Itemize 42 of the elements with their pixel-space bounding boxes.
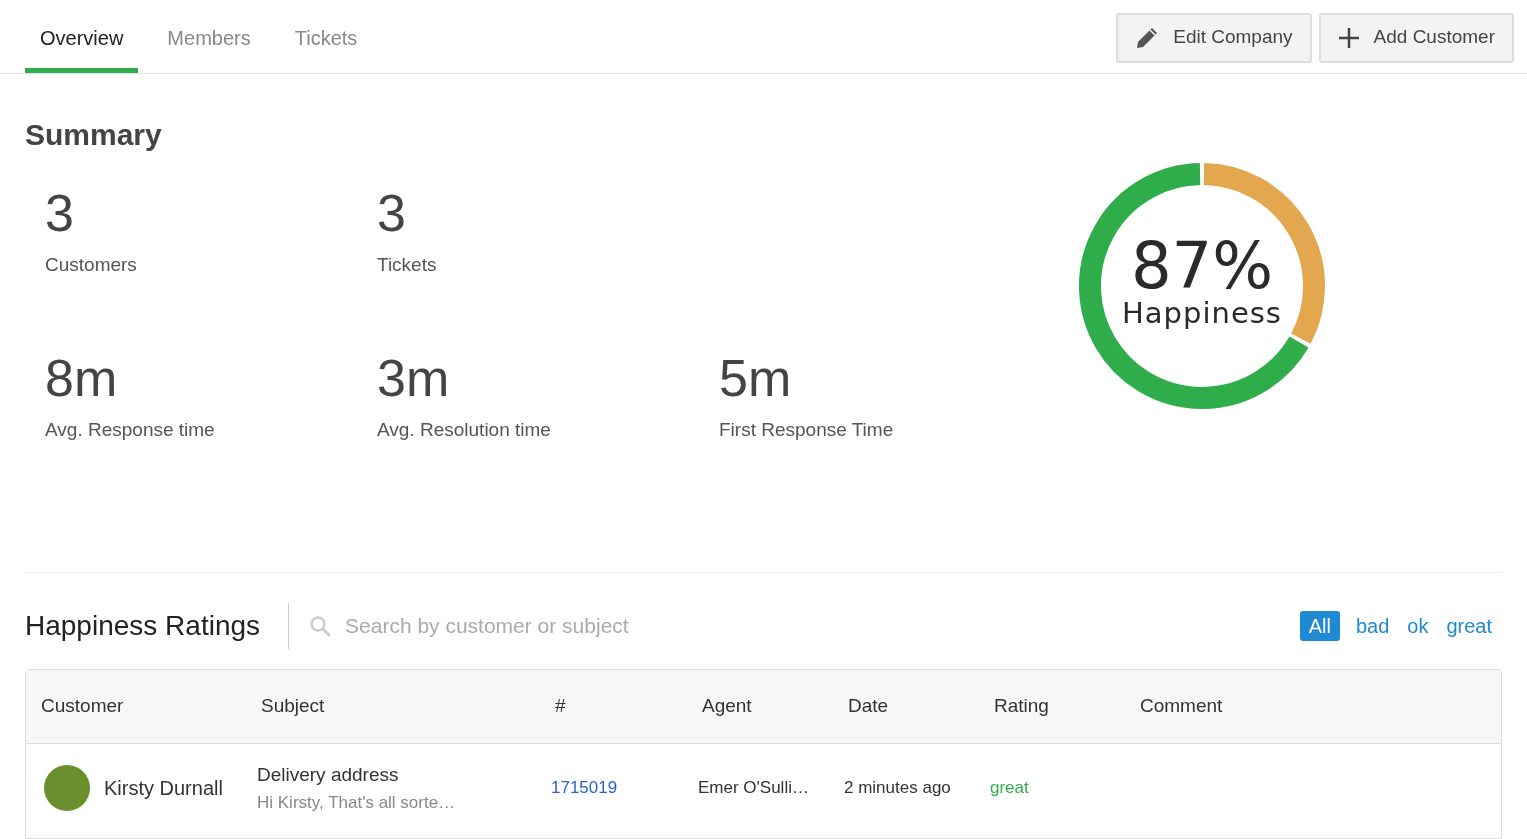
rating-label: great (990, 777, 1030, 800)
filter-tab[interactable]: great (1444, 611, 1494, 641)
stat-label: Avg. Resolution time (377, 417, 552, 442)
stat-value: 3m (377, 349, 451, 406)
section-title: Happiness Ratings (25, 603, 290, 649)
ticket-preview: Hi Kirsty, That's all sorte… (257, 791, 457, 814)
filter-tab[interactable]: bad (1353, 611, 1392, 641)
ticket-link[interactable]: 1715019 (551, 775, 618, 801)
stat-label: Avg. Response time (45, 417, 216, 442)
stat-value: 8m (45, 349, 119, 406)
add-customer-button[interactable]: Add Customer (1318, 12, 1514, 63)
happiness-label: Happiness (1122, 296, 1282, 330)
table-cell-text: Emer O'Sulli… (698, 777, 810, 800)
tab[interactable]: Tickets (279, 1, 373, 73)
table-cell-text: 2 minutes ago (844, 777, 952, 800)
stat-label: Customers (45, 253, 138, 277)
tab[interactable]: Members (152, 1, 266, 73)
stat-label: First Response Time (719, 417, 895, 442)
customer-name: Kirsty Durnall (104, 776, 223, 801)
column-header: Date (848, 694, 890, 719)
column-header: Rating (994, 694, 1050, 719)
section-title: Summary (25, 117, 163, 153)
filter-tab[interactable]: All (1299, 611, 1340, 641)
edit-company-button[interactable]: Edit Company (1116, 12, 1312, 63)
plus-icon (1337, 26, 1360, 49)
filter-tab[interactable]: ok (1405, 611, 1431, 641)
tab[interactable]: Overview (25, 1, 139, 73)
ticket-subject: Delivery address (257, 763, 400, 787)
column-header: Comment (1140, 694, 1224, 719)
stat-value: 3 (377, 185, 407, 241)
stat-label: Tickets (377, 253, 438, 277)
column-header: # (555, 694, 567, 719)
column-header: Subject (261, 694, 326, 719)
search-icon (309, 615, 332, 637)
happiness-percent: 87% (1130, 236, 1274, 296)
stat-value: 5m (719, 349, 793, 406)
pencil-icon (1135, 25, 1160, 50)
stat-value: 3 (45, 185, 75, 241)
search-field[interactable]: Search by customer or subject (345, 610, 1300, 642)
avatar (44, 765, 90, 811)
column-header: Customer (41, 694, 125, 719)
column-header: Agent (702, 694, 753, 719)
